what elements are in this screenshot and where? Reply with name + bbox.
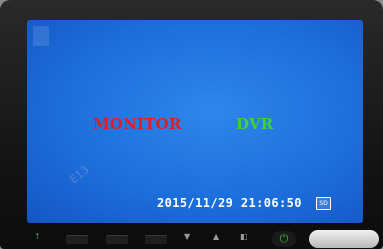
dvr-option[interactable]: DVR [236, 115, 273, 133]
display-screen: MONITOR DVR E13 2015/11/29 21:06:50 SD [27, 20, 363, 223]
monitor-bezel: MONITOR DVR E13 2015/11/29 21:06:50 SD ↑… [0, 0, 383, 249]
hardware-button-bar: ↑ ▼ ▲ ◧ ⏻ [0, 229, 383, 249]
down-arrow-icon[interactable]: ▼ [184, 232, 190, 241]
screen-corner-glare [33, 26, 49, 46]
power-button[interactable]: ⏻ [272, 231, 296, 247]
menu-button[interactable] [106, 235, 128, 244]
right-button[interactable] [145, 235, 167, 244]
chrome-trim [309, 230, 379, 248]
dual-screen-icon[interactable]: ◧ [240, 232, 248, 241]
datetime-display: 2015/11/29 21:06:50 [157, 196, 302, 210]
power-icon: ⏻ [279, 232, 289, 245]
left-button[interactable] [66, 235, 88, 244]
up-arrow-icon[interactable]: ▲ [213, 232, 219, 241]
monitor-option[interactable]: MONITOR [93, 115, 182, 133]
sd-card-icon: SD [316, 197, 331, 210]
watermark-stamp: E13 [67, 162, 92, 187]
up-arrow-icon[interactable]: ↑ [34, 232, 41, 241]
